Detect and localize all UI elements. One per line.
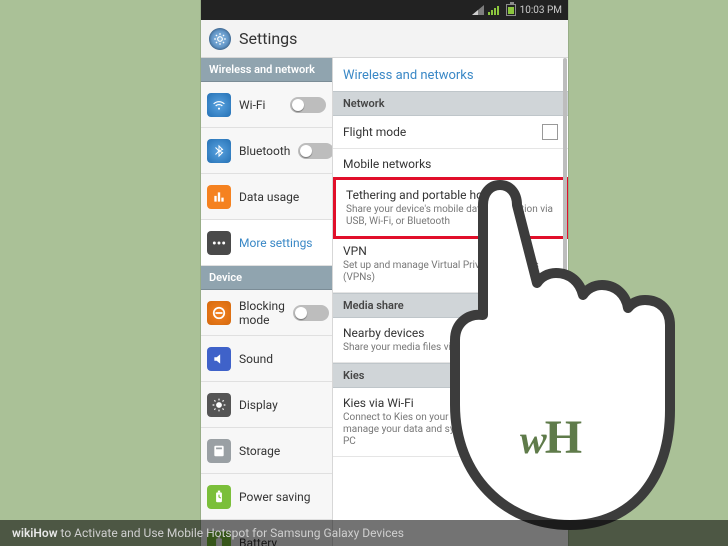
right-item-nearby-devices[interactable]: Nearby devices Share your media files vi… [333,318,568,363]
power-saving-icon [207,485,231,509]
right-panel-title: Wireless and networks [333,58,568,91]
bluetooth-toggle[interactable] [298,143,333,159]
right-sublabel: Share your device's mobile data connecti… [346,204,555,228]
flight-mode-checkbox[interactable] [542,124,558,140]
display-icon [207,393,231,417]
left-label: Wi-Fi [239,98,282,112]
left-label: Display [239,398,326,412]
settings-main: Wireless and network Wi-Fi Bluetooth Dat… [201,58,568,546]
wifi-icon [207,93,231,117]
left-item-data-usage[interactable]: Data usage [201,174,332,220]
right-header-network: Network [333,91,568,116]
blocking-toggle[interactable] [293,305,329,321]
right-sublabel: Set up and manage Virtual Private Networ… [343,260,558,284]
right-sublabel: Share your media files via DLNA [343,342,558,354]
storage-icon [207,439,231,463]
left-item-sound[interactable]: Sound [201,336,332,382]
blocking-mode-icon [207,301,231,325]
status-bar: 10:03 PM [201,0,568,20]
caption-brand: wikiHow [12,526,58,540]
right-label: Nearby devices [343,326,558,340]
settings-gear-icon [209,28,231,50]
data-usage-icon [207,185,231,209]
settings-left-column: Wireless and network Wi-Fi Bluetooth Dat… [201,58,333,546]
left-label: Blocking mode [239,299,285,327]
left-item-bluetooth[interactable]: Bluetooth [201,128,332,174]
more-settings-icon [207,231,231,255]
right-label: Kies via Wi-Fi [343,396,558,410]
left-label: Storage [239,444,326,458]
left-section-wireless: Wireless and network [201,58,332,82]
left-label: Power saving [239,490,326,504]
left-scrollbar[interactable] [563,58,567,518]
appbar-title: Settings [239,29,297,48]
right-item-vpn[interactable]: VPN Set up and manage Virtual Private Ne… [333,236,568,293]
caption-bar: wikiHow to Activate and Use Mobile Hotsp… [0,520,728,546]
right-header-kies: Kies [333,363,568,388]
signal-strength-icon [472,5,484,15]
battery-icon [506,4,516,16]
sound-icon [207,347,231,371]
left-item-more-settings[interactable]: More settings [201,220,332,266]
status-time: 10:03 PM [520,5,562,16]
left-label: Sound [239,352,326,366]
left-item-storage[interactable]: Storage [201,428,332,474]
left-label: Data usage [239,190,326,204]
left-label: Bluetooth [239,144,290,158]
left-item-power-saving[interactable]: Power saving [201,474,332,520]
left-item-wifi[interactable]: Wi-Fi [201,82,332,128]
left-item-display[interactable]: Display [201,382,332,428]
right-sublabel: Connect to Kies on your PC via Wi-Fi net… [343,412,558,448]
right-label: Mobile networks [343,157,558,171]
right-item-flight-mode[interactable]: Flight mode [333,116,568,149]
caption-text: to Activate and Use Mobile Hotspot for S… [58,526,404,540]
left-item-blocking-mode[interactable]: Blocking mode [201,290,332,336]
network-signal-icon [488,5,502,15]
wifi-toggle[interactable] [290,97,326,113]
right-label: Flight mode [343,125,534,139]
settings-right-column: Wireless and networks Network Flight mod… [333,58,568,546]
app-bar: Settings [201,20,568,58]
right-item-tethering-hotspot[interactable]: Tethering and portable hotspot Share you… [333,177,568,239]
bluetooth-icon [207,139,231,163]
right-label: VPN [343,244,558,258]
left-section-device: Device [201,266,332,290]
phone-frame: 10:03 PM Settings Wireless and network W… [201,0,568,546]
right-item-kies-wifi[interactable]: Kies via Wi-Fi Connect to Kies on your P… [333,388,568,457]
right-item-mobile-networks[interactable]: Mobile networks [333,149,568,180]
right-header-media-share: Media share [333,293,568,318]
left-label: More settings [239,236,326,250]
right-label: Tethering and portable hotspot [346,188,555,202]
